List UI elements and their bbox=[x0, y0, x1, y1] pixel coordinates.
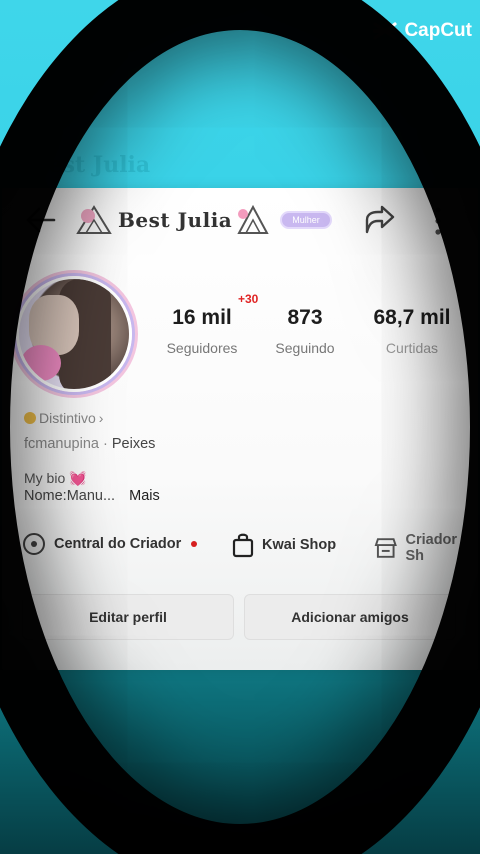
decor-triangle-icon bbox=[76, 205, 112, 234]
distintivo-label: Distintivo bbox=[39, 410, 96, 426]
edit-profile-button[interactable]: Editar perfil bbox=[22, 594, 234, 640]
shortcut-row: Central do Criador Kwai Shop Criador Sh bbox=[22, 532, 478, 564]
followers-count: 16 mil bbox=[172, 306, 232, 329]
bio-text: Nome:Manu... bbox=[24, 488, 116, 504]
bio-line-2: Nome:Manu... Mais bbox=[24, 488, 160, 504]
back-arrow-icon[interactable] bbox=[24, 206, 58, 234]
profile-card: Best Julia Mulher +30 16 mil Seguidores bbox=[2, 188, 478, 670]
profile-name-group: Best Julia Mulher bbox=[74, 202, 332, 238]
distintivo-icon bbox=[24, 412, 36, 424]
likes-label: Curtidas bbox=[385, 340, 439, 356]
capcut-watermark: CapCut bbox=[372, 20, 472, 42]
decor-triangle-icon-2 bbox=[237, 204, 269, 234]
stat-likes[interactable]: 68,7 mil Curtidas bbox=[357, 306, 467, 356]
creator-shop-label: Criador Sh bbox=[405, 532, 458, 564]
notification-dot bbox=[191, 541, 198, 547]
stat-following[interactable]: 873 Seguindo bbox=[262, 306, 348, 356]
profile-stats: 16 mil Seguidores 873 Seguindo 68,7 mil … bbox=[152, 306, 472, 366]
store-icon bbox=[374, 538, 397, 558]
likes-count: 68,7 mil bbox=[373, 306, 451, 329]
following-label: Seguindo bbox=[275, 340, 335, 356]
avatar[interactable] bbox=[16, 276, 132, 392]
chevron-right-icon: › bbox=[98, 410, 104, 426]
heart-icon: 💓 bbox=[69, 470, 87, 486]
zodiac-sign: Peixes bbox=[111, 436, 156, 452]
share-icon[interactable] bbox=[362, 204, 396, 236]
ghost-name: Best Julia bbox=[30, 152, 151, 178]
distintivo-link[interactable]: Distintivo › bbox=[24, 410, 103, 426]
bio-title: My bio bbox=[24, 470, 66, 486]
info-separator: · bbox=[103, 436, 108, 452]
creator-center-button[interactable]: Central do Criador bbox=[22, 532, 198, 556]
following-count: 873 bbox=[287, 306, 323, 329]
watermark-label: CapCut bbox=[404, 20, 472, 41]
blurred-header-ghost: Best Julia bbox=[30, 140, 450, 190]
plus-circle-icon bbox=[23, 533, 45, 555]
username: fcmanupina bbox=[24, 436, 99, 452]
profile-badge-pill: Mulher bbox=[280, 211, 332, 229]
stat-followers[interactable]: 16 mil Seguidores bbox=[152, 306, 252, 356]
capcut-logo-icon bbox=[373, 22, 398, 40]
profile-name: Best Julia bbox=[118, 208, 233, 232]
add-friends-button[interactable]: Adicionar amigos bbox=[244, 594, 456, 640]
creator-center-label: Central do Criador bbox=[54, 536, 182, 552]
more-vertical-icon[interactable] bbox=[428, 206, 448, 236]
kwai-shop-button[interactable]: Kwai Shop bbox=[232, 532, 336, 558]
shopping-bag-icon bbox=[232, 533, 254, 558]
bio-line-1: My bio 💓 bbox=[24, 470, 87, 487]
followers-delta: +30 bbox=[238, 292, 259, 306]
bio-more-link[interactable]: Mais bbox=[129, 488, 160, 504]
followers-label: Seguidores bbox=[166, 340, 238, 356]
kwai-shop-label: Kwai Shop bbox=[262, 537, 337, 553]
profile-info-line: fcmanupina · Peixes bbox=[24, 436, 155, 452]
creator-shop-button[interactable]: Criador Sh bbox=[374, 532, 478, 564]
profile-topbar: Best Julia Mulher bbox=[2, 200, 478, 240]
